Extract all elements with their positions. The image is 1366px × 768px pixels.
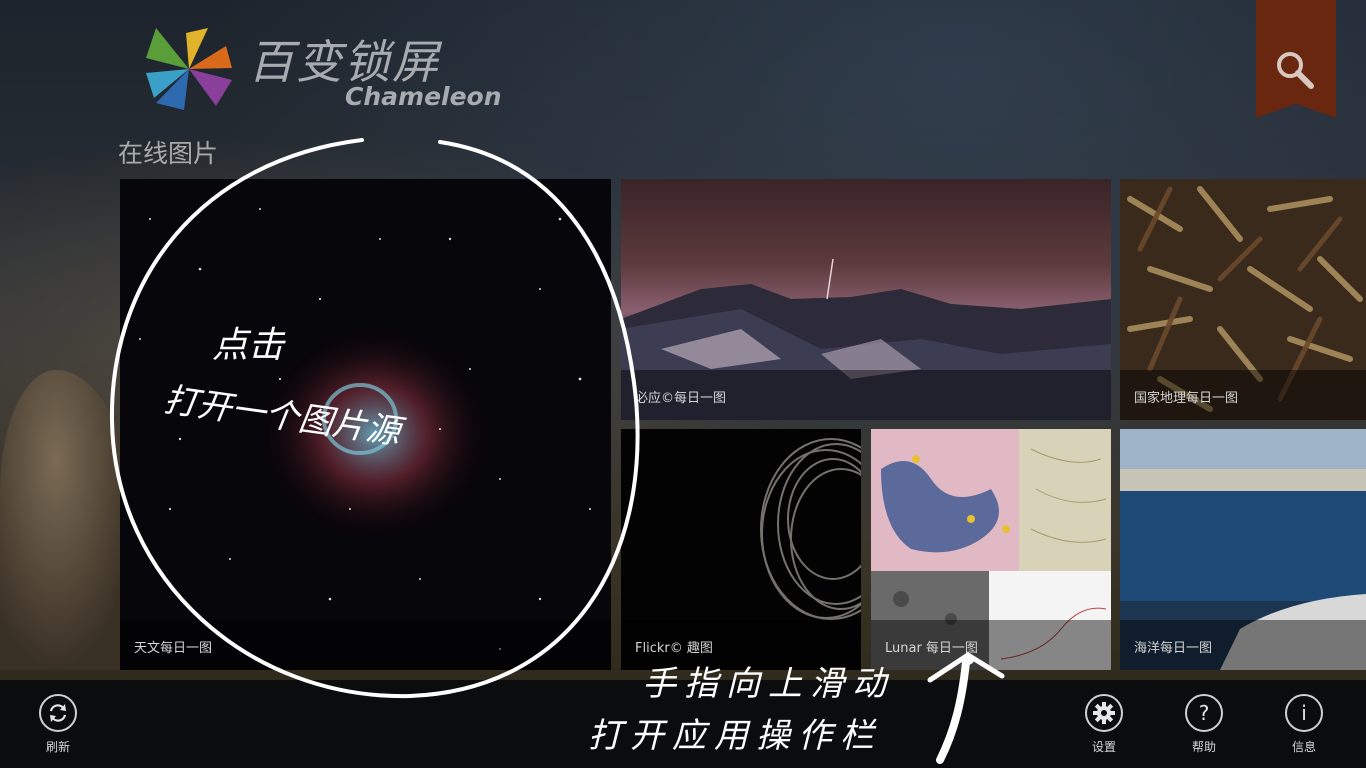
tile-national-geographic[interactable]: 国家地理每日一图 (1120, 179, 1366, 420)
refresh-button[interactable]: 刷新 (18, 694, 98, 755)
settings-label: 设置 (1091, 740, 1116, 754)
tile-label: Flickr© 趣图 (635, 641, 713, 656)
info-icon: i (1285, 694, 1323, 732)
settings-button[interactable]: 设置 (1064, 694, 1144, 755)
help-label: 帮助 (1191, 740, 1216, 754)
tile-bing[interactable]: 必应©每日一图 (621, 179, 1111, 420)
info-button[interactable]: i 信息 (1264, 694, 1344, 755)
app-title-en: Chameleon (345, 82, 502, 111)
section-title: 在线图片 (118, 139, 219, 168)
chameleon-logo-icon (146, 28, 232, 110)
search-button[interactable] (1256, 0, 1336, 118)
question-icon: ? (1185, 694, 1223, 732)
help-button[interactable]: ? 帮助 (1164, 694, 1244, 755)
refresh-label: 刷新 (45, 740, 70, 754)
tile-label: 必应©每日一图 (635, 391, 727, 406)
annotation-tap-line1: 点击 (212, 325, 285, 366)
tile-label: 海洋每日一图 (1134, 641, 1213, 656)
refresh-icon (39, 694, 77, 732)
gear-icon (1085, 694, 1123, 732)
tile-label: 天文每日一图 (134, 641, 213, 656)
tile-lunar[interactable]: Lunar 每日一图 (871, 429, 1111, 670)
annotation-swipe-line1: 手指向上滑动 (642, 664, 894, 704)
annotation-swipe-line2: 打开应用操作栏 (588, 716, 882, 756)
search-icon (1277, 52, 1314, 89)
tile-label: 国家地理每日一图 (1134, 391, 1239, 406)
tile-ocean[interactable]: 海洋每日一图 (1120, 429, 1366, 670)
info-label: 信息 (1291, 740, 1316, 754)
tile-flickr[interactable]: Flickr© 趣图 (621, 429, 861, 670)
tile-label: Lunar 每日一图 (885, 641, 978, 656)
